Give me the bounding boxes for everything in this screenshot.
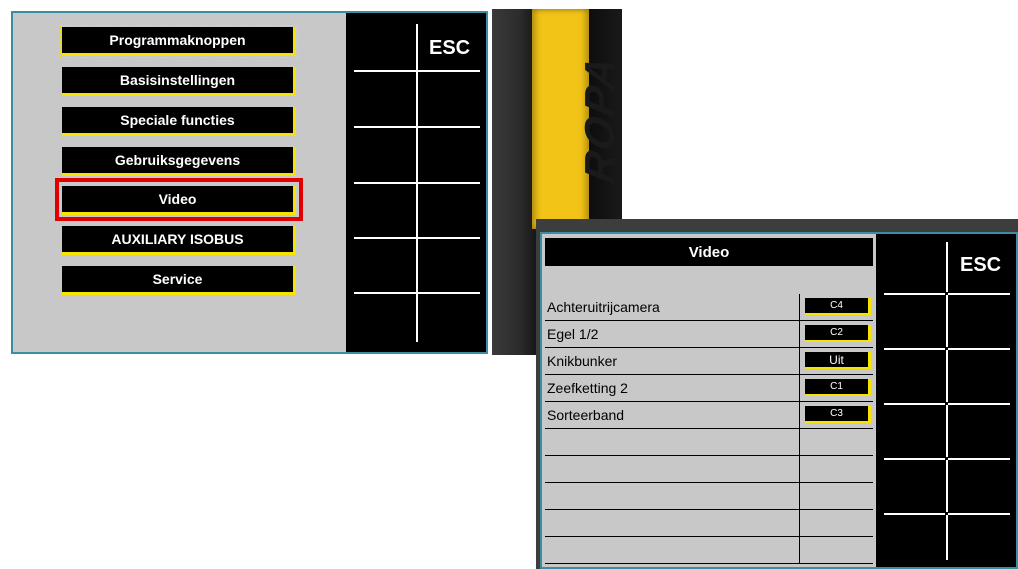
video-row-sorteerband[interactable]: Sorteerband C3 [545,402,873,429]
menu-button-speciale-functies[interactable]: Speciale functies [62,107,296,136]
column-divider [799,402,800,429]
softkey-junction [945,512,948,515]
camera-channel-value[interactable]: C2 [805,325,871,342]
video-row-knikbunker[interactable]: Knikbunker Uit [545,348,873,375]
camera-channel-value[interactable]: C3 [805,406,871,423]
column-divider [799,456,800,483]
menu-button-gebruiksgegevens[interactable]: Gebruiksgegevens [62,147,296,176]
video-row-empty [545,537,873,564]
column-divider [799,294,800,321]
row-label: Zeefketting 2 [547,380,628,396]
softkey-divider [354,292,480,294]
softkey-junction [945,402,948,405]
column-divider [799,429,800,456]
row-label: Egel 1/2 [547,326,599,342]
softkey-divider [354,70,480,72]
softkey-divider [354,126,480,128]
ropa-logo: ROPA [576,50,622,188]
menu-button-basisinstellingen[interactable]: Basisinstellingen [62,67,296,96]
main-menu-screen: Programmaknoppen Basisinstellingen Speci… [11,11,488,354]
ropa-logo-band: ROPA [532,9,622,229]
selection-highlight [55,178,303,221]
column-divider [799,321,800,348]
column-divider [799,510,800,537]
video-row-zeefketting[interactable]: Zeefketting 2 C1 [545,375,873,402]
camera-channel-value[interactable]: C4 [805,298,871,315]
softkey-junction [945,347,948,350]
video-row-egel[interactable]: Egel 1/2 C2 [545,321,873,348]
video-row-achteruitrijcamera[interactable]: Achteruitrijcamera C4 [545,294,873,321]
video-row-empty [545,510,873,537]
row-label: Sorteerband [547,407,625,423]
video-row-empty [545,456,873,483]
row-label: Achteruitrijcamera [547,299,660,315]
row-label: Knikbunker [547,353,618,369]
column-divider [799,483,800,510]
video-row-empty [545,483,873,510]
esc-softkey-label[interactable]: ESC [429,37,470,60]
page-title: Video [545,238,873,266]
softkey-panel: ESC [876,234,1016,567]
menu-button-programmaknoppen[interactable]: Programmaknoppen [60,25,298,58]
softkey-junction [945,457,948,460]
esc-softkey-label[interactable]: ESC [960,254,1001,277]
video-screen: Video Achteruitrijcamera C4 Egel 1/2 C2 … [540,232,1018,569]
video-row-empty [545,429,873,456]
menu-button-service[interactable]: Service [62,266,296,295]
menu-button-auxiliary-isobus[interactable]: AUXILIARY ISOBUS [62,226,296,255]
column-divider [799,375,800,402]
column-divider [799,537,800,564]
softkey-divider [354,237,480,239]
video-screen-bezel: Video Achteruitrijcamera C4 Egel 1/2 C2 … [536,219,1018,569]
softkey-panel: ESC [346,13,486,352]
softkey-divider [354,182,480,184]
softkey-junction [945,292,948,295]
camera-channel-value[interactable]: C1 [805,379,871,396]
camera-channel-value[interactable]: Uit [805,352,871,369]
column-divider [799,348,800,375]
